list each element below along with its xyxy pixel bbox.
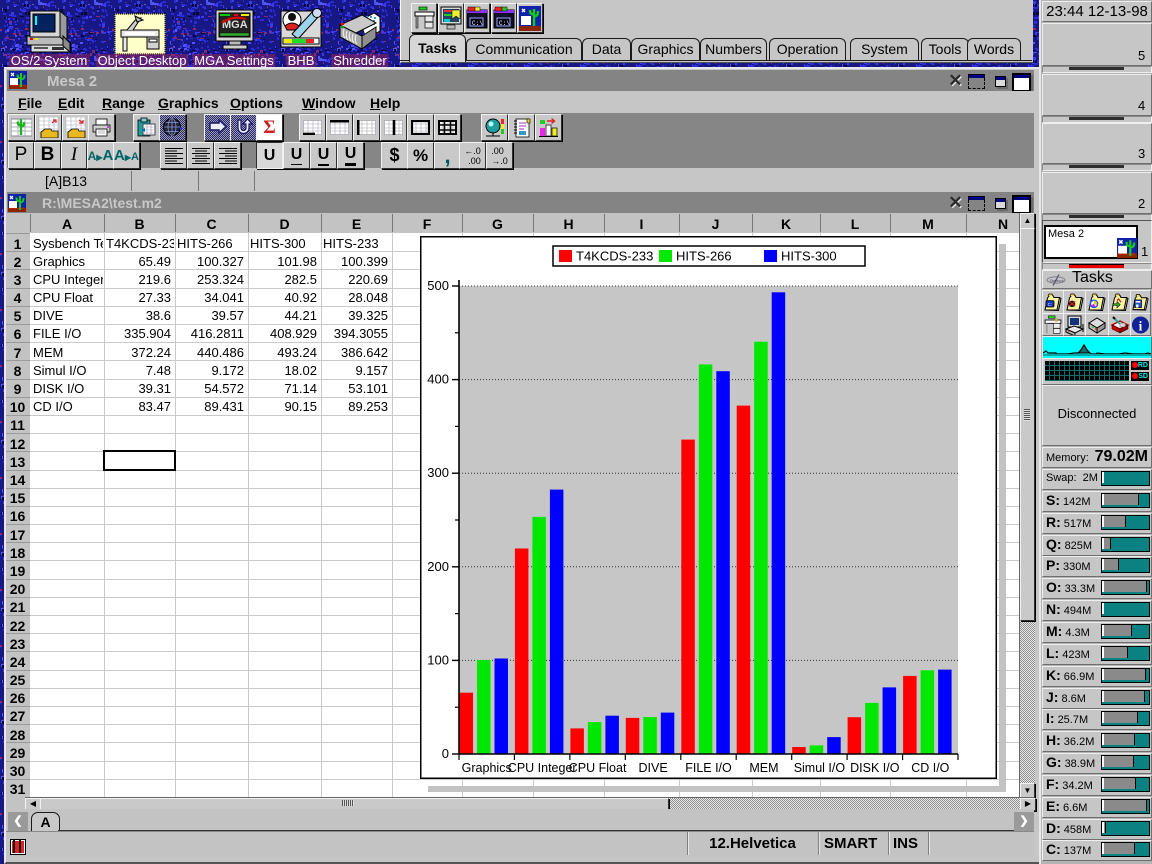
svg-text:400: 400 — [427, 372, 449, 387]
svg-text:i: i — [1139, 318, 1143, 333]
svg-text:C:\: C:\ — [472, 20, 483, 27]
svg-text:Stardock: Stardock — [1050, 279, 1064, 283]
svg-text:Graphics: Graphics — [462, 761, 512, 775]
svg-text:300: 300 — [427, 465, 449, 480]
svg-text:CPU Float: CPU Float — [569, 761, 627, 775]
svg-text:Simul I/O: Simul I/O — [794, 761, 846, 775]
svg-text:FILE I/O: FILE I/O — [685, 761, 732, 775]
svg-text:HITS-300: HITS-300 — [781, 249, 837, 264]
svg-text:C:\: C:\ — [499, 20, 510, 27]
svg-text:0: 0 — [442, 746, 449, 761]
svg-text:MEM: MEM — [749, 761, 778, 775]
svg-text:C:: C: — [1048, 301, 1052, 306]
svg-text:CD I/O: CD I/O — [911, 761, 949, 775]
svg-text:DISK I/O: DISK I/O — [850, 761, 900, 775]
svg-text:100: 100 — [427, 652, 449, 667]
svg-text:CPU Integer: CPU Integer — [508, 761, 577, 775]
svg-text:200: 200 — [427, 559, 449, 574]
svg-text:DIVE: DIVE — [639, 761, 668, 775]
svg-text:HITS-266: HITS-266 — [676, 249, 732, 264]
svg-text:500: 500 — [427, 278, 449, 293]
svg-text:T4KCDS-233: T4KCDS-233 — [576, 249, 653, 264]
